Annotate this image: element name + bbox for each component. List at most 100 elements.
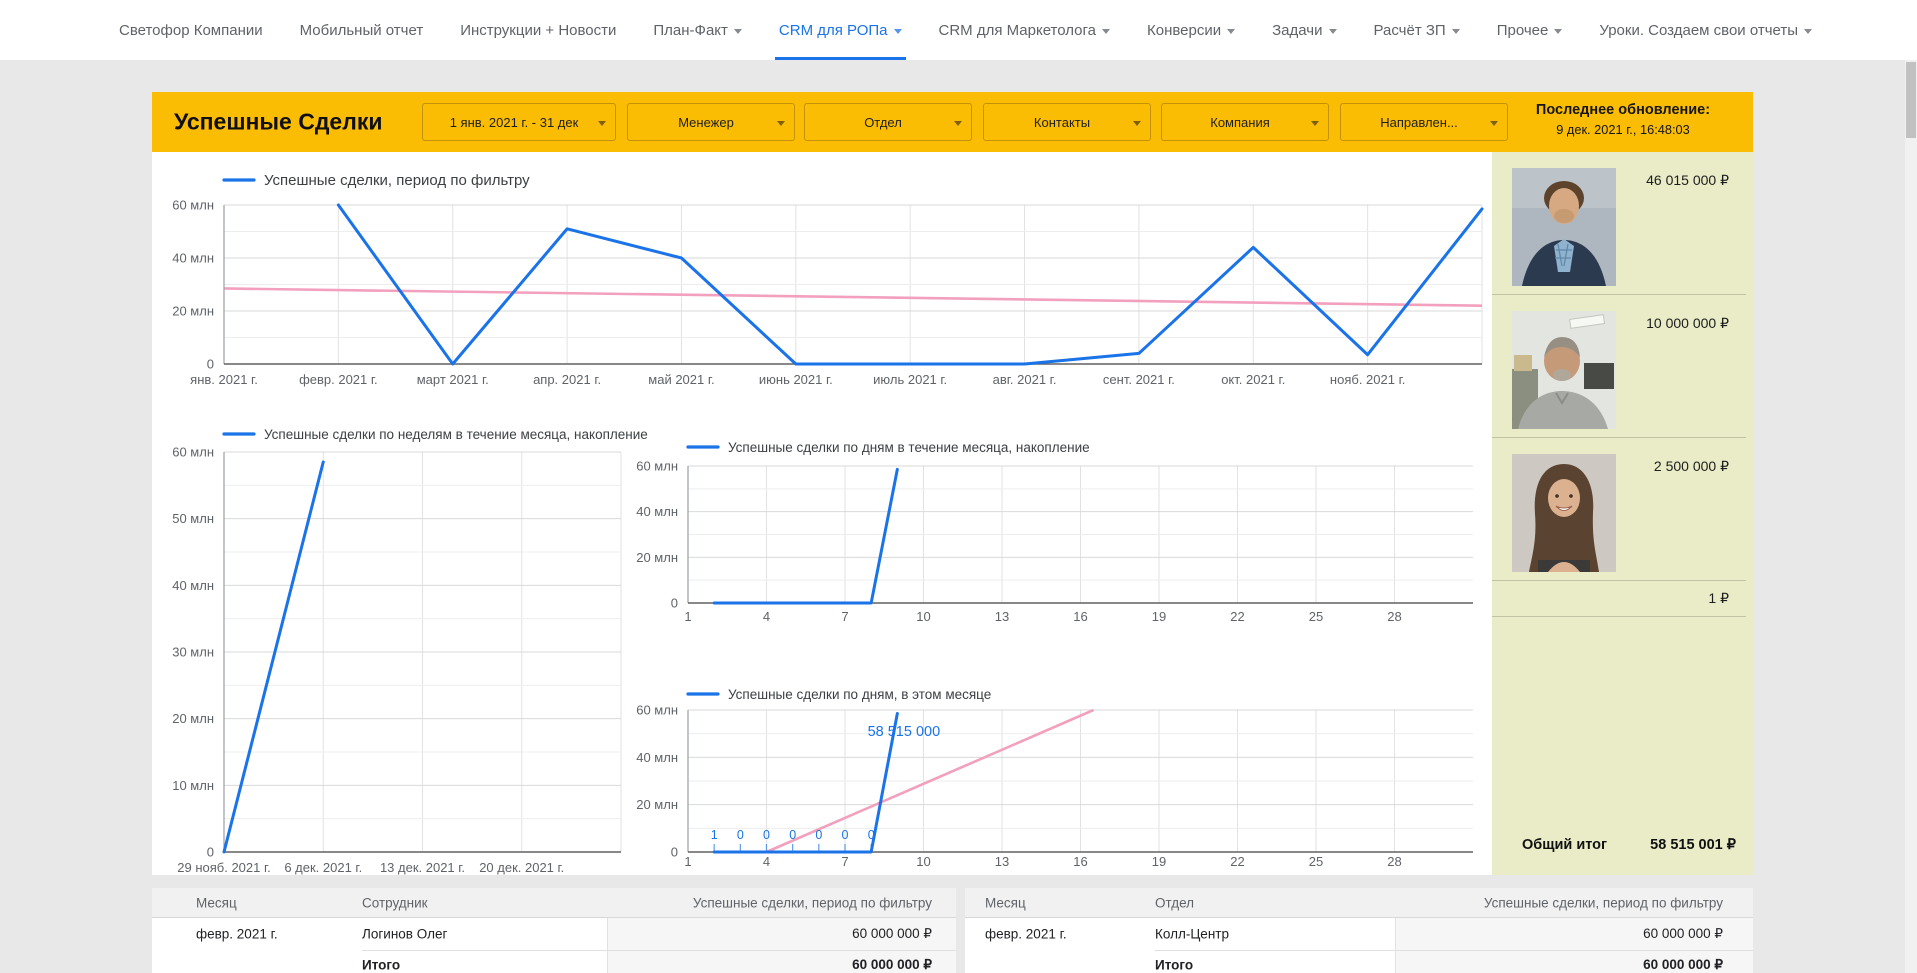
svg-text:60 млн: 60 млн [172, 445, 214, 460]
svg-text:40 млн: 40 млн [636, 504, 678, 519]
column-header[interactable]: Успешные сделки, период по фильтру [1484, 895, 1723, 910]
nav-item-label: CRM для РОПа [779, 22, 888, 39]
chevron-down-icon [777, 121, 785, 126]
dashboard-root: Светофор Компании Мобильный отчет Инструкц… [0, 0, 1917, 973]
total-label: Итого [362, 958, 400, 973]
chart-legend: Успешные сделки по неделям в течение мес… [264, 427, 648, 442]
nav-item-label: Задачи [1272, 22, 1322, 39]
nav-item-3[interactable]: Инструкции + Новости [460, 0, 616, 60]
date-range-filter[interactable]: 1 янв. 2021 г. - 31 дек [422, 103, 616, 141]
svg-text:20 млн: 20 млн [172, 304, 214, 319]
manager-row-1: 46 015 000 ₽ [1492, 152, 1746, 295]
page-title: Успешные Сделки [174, 109, 382, 136]
chart-deals-by-day[interactable]: 100000058 515 00014710131619222528020 мл… [640, 684, 1492, 889]
nav-item-label: Мобильный отчет [300, 22, 424, 39]
employee-photo [1512, 454, 1616, 572]
last-update-value: 9 дек. 2021 г., 16:48:03 [1507, 122, 1739, 137]
nav-item-label: Прочее [1497, 22, 1549, 39]
nav-item-7[interactable]: Конверсии [1147, 0, 1235, 60]
column-header[interactable]: Отдел [1155, 895, 1194, 910]
filter-label: Компания [1210, 115, 1270, 130]
svg-text:60 млн: 60 млн [636, 703, 678, 718]
table-row: февр. 2021 г. Логинов Олег 60 000 000 ₽ [152, 918, 956, 950]
column-header[interactable]: Месяц [196, 895, 237, 910]
scrollbar-thumb[interactable] [1906, 62, 1916, 138]
svg-text:30 млн: 30 млн [172, 645, 214, 660]
managers-panel: 46 015 000 ₽ 10 000 000 ₽ 2 500 000 ₽1 ₽… [1492, 152, 1753, 875]
chevron-down-icon [734, 29, 742, 34]
svg-text:22: 22 [1230, 609, 1244, 624]
svg-text:авг. 2021 г.: авг. 2021 г. [993, 372, 1057, 387]
svg-text:нояб. 2021 г.: нояб. 2021 г. [1330, 372, 1405, 387]
nav-item-label: План-Факт [653, 22, 728, 39]
manager-row-4: 1 ₽ [1492, 581, 1746, 617]
chart-deals-by-month[interactable]: янв. 2021 г.февр. 2021 г.март 2021 г.апр… [152, 152, 1492, 404]
svg-text:40 млн: 40 млн [172, 251, 214, 266]
nav-item-label: Конверсии [1147, 22, 1221, 39]
nav-item-2[interactable]: Мобильный отчет [300, 0, 424, 60]
svg-text:22: 22 [1230, 854, 1244, 869]
company-filter[interactable]: Компания [1161, 103, 1329, 141]
nav-item-label: Уроки. Создаем свои отчеты [1599, 22, 1798, 39]
report-header: Успешные Сделки Последнее обновление: 9 … [152, 92, 1753, 152]
svg-text:58 515 000: 58 515 000 [868, 724, 941, 740]
nav-item-5[interactable]: CRM для РОПа [779, 0, 902, 60]
employee-photo [1512, 311, 1616, 429]
grand-total-row: Общий итог 58 515 001 ₽ [1492, 837, 1753, 875]
table-total-row: Итого60 000 000 ₽ [965, 950, 1753, 973]
svg-text:окт. 2021 г.: окт. 2021 г. [1221, 372, 1285, 387]
table-cell: февр. 2021 г. [985, 927, 1067, 942]
svg-text:25: 25 [1309, 609, 1323, 624]
chevron-down-icon [894, 29, 902, 34]
scrollbar-track[interactable] [1905, 60, 1917, 973]
last-update: Последнее обновление: 9 дек. 2021 г., 16… [1507, 102, 1739, 137]
table-header: Месяц Отдел Успешные сделки, период по фил… [965, 888, 1753, 918]
chart-deals-by-week-cumulative[interactable]: 29 нояб. 2021 г.6 дек. 2021 г.13 дек. 20… [152, 422, 650, 875]
nav-item-10[interactable]: Прочее [1497, 0, 1563, 60]
chevron-down-icon [1133, 121, 1141, 126]
column-header[interactable]: Месяц [985, 895, 1026, 910]
filter-label: 1 янв. 2021 г. - 31 дек [450, 115, 579, 130]
svg-text:20 млн: 20 млн [172, 711, 214, 726]
svg-text:0: 0 [737, 828, 744, 842]
svg-text:40 млн: 40 млн [636, 750, 678, 765]
chart-legend: Успешные сделки по дням в течение месяца… [728, 440, 1090, 455]
svg-text:20 млн: 20 млн [636, 550, 678, 565]
svg-text:февр. 2021 г.: февр. 2021 г. [299, 372, 378, 387]
svg-text:0: 0 [671, 845, 678, 860]
table-cell: 60 000 000 ₽ [852, 926, 932, 942]
manager-filter[interactable]: Менежер [627, 103, 795, 141]
nav-item-6[interactable]: CRM для Маркетолога [939, 0, 1111, 60]
table-row: февр. 2021 г.Колл-Центр60 000 000 ₽ [965, 918, 1753, 950]
chevron-down-icon [598, 121, 606, 126]
svg-text:20 дек. 2021 г.: 20 дек. 2021 г. [479, 860, 564, 875]
chevron-down-icon [1804, 29, 1812, 34]
nav-item-8[interactable]: Задачи [1272, 0, 1336, 60]
nav-item-11[interactable]: Уроки. Создаем свои отчеты [1599, 0, 1812, 60]
direction-filter[interactable]: Направлен... [1340, 103, 1508, 141]
nav-item-9[interactable]: Расчёт ЗП [1374, 0, 1460, 60]
last-update-label: Последнее обновление: [1507, 102, 1739, 118]
deal-amount: 1 ₽ [1708, 590, 1729, 607]
svg-text:28: 28 [1387, 609, 1401, 624]
column-header[interactable]: Успешные сделки, период по фильтру [693, 895, 932, 910]
filter-label: Отдел [864, 115, 902, 130]
sidebar-spacer [1492, 617, 1753, 837]
svg-text:29 нояб. 2021 г.: 29 нояб. 2021 г. [177, 860, 271, 875]
column-header[interactable]: Сотрудник [362, 895, 428, 910]
table-cell: февр. 2021 г. [196, 927, 278, 942]
chart-legend: Успешные сделки по дням, в этом месяце [728, 687, 991, 702]
contacts-filter[interactable]: Контакты [983, 103, 1151, 141]
svg-text:10 млн: 10 млн [172, 778, 214, 793]
svg-text:13: 13 [995, 609, 1009, 624]
svg-text:1: 1 [684, 854, 691, 869]
nav-item-4[interactable]: План-Факт [653, 0, 742, 60]
chevron-down-icon [954, 121, 962, 126]
table-cell: Логинов Олег [362, 927, 447, 942]
svg-text:10: 10 [916, 609, 930, 624]
nav-item-1[interactable]: Светофор Компании [119, 0, 263, 60]
grand-total-label: Общий итог [1522, 837, 1607, 853]
department-filter[interactable]: Отдел [804, 103, 972, 141]
svg-text:7: 7 [841, 609, 848, 624]
chart-deals-by-day-cumulative[interactable]: 14710131619222528020 млн40 млн60 млнУспе… [640, 435, 1492, 640]
